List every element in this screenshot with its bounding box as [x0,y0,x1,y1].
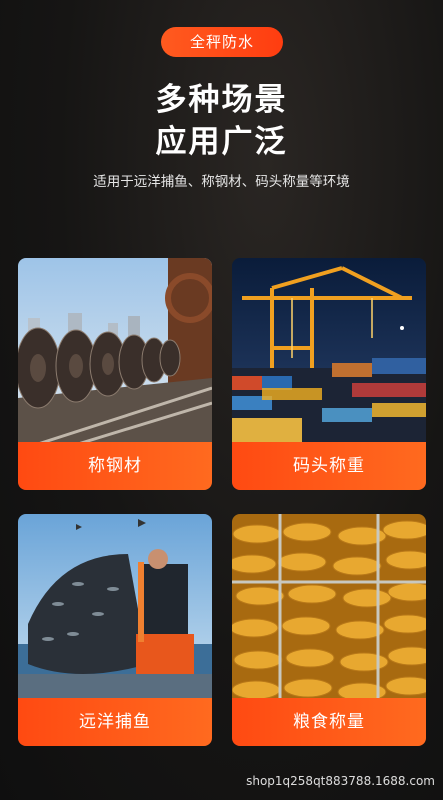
scenario-card-dock[interactable]: 码头称重 [232,258,426,490]
scenario-card-steel[interactable]: 称钢材 [18,258,212,490]
scenario-label: 码头称重 [232,442,426,490]
scenario-card-fishing[interactable]: 远洋捕鱼 [18,514,212,746]
scenario-label: 粮食称量 [232,698,426,746]
port-crane-image [232,258,426,444]
shop-url-watermark: shop1q258qt883788.1688.com [246,774,435,788]
scenario-label: 称钢材 [18,442,212,490]
steel-coils-image [18,258,212,444]
fishing-image [18,514,212,700]
subtitle: 适用于远洋捕鱼、称钢材、码头称量等环境 [93,174,350,190]
title-line-1: 多种场景 [155,82,288,118]
scenario-label: 远洋捕鱼 [18,698,212,746]
scenario-card-grain[interactable]: 粮食称量 [232,514,426,746]
waterproof-badge: 全秤防水 [161,27,283,57]
title-line-2: 应用广泛 [155,124,288,160]
corn-image [232,514,426,700]
